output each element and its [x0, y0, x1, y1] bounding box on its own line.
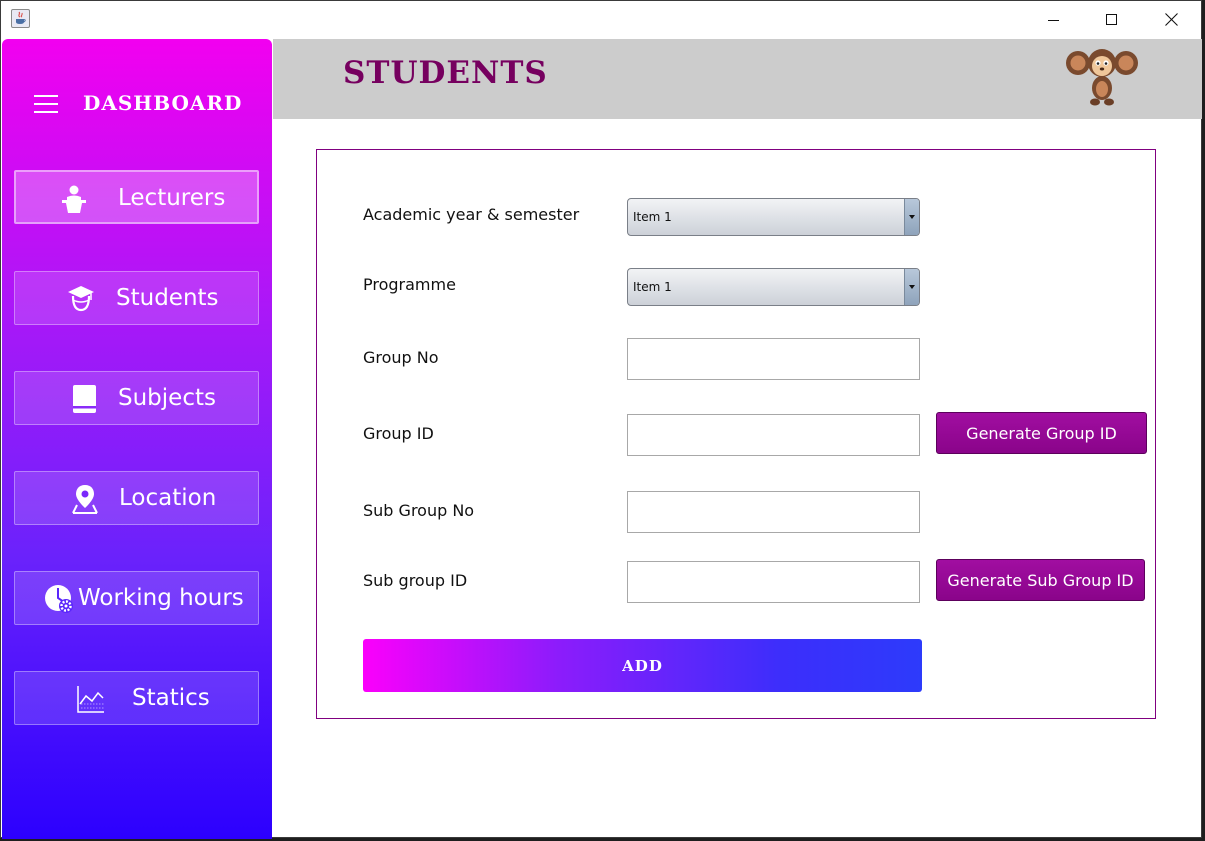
sidebar: DASHBOARD Lecturers Students Subjects Lo…	[2, 39, 272, 839]
cheburashka-avatar	[1066, 49, 1138, 106]
group-no-label: Group No	[363, 348, 439, 367]
chevron-down-icon[interactable]	[904, 269, 919, 305]
sub-group-no-label: Sub Group No	[363, 501, 475, 520]
sidebar-item-location[interactable]: Location	[14, 471, 259, 525]
minimize-icon	[1048, 19, 1059, 21]
add-button[interactable]: ADD	[363, 639, 922, 692]
sidebar-item-label: Students	[116, 285, 219, 311]
programme-select[interactable]: Item 1	[627, 268, 920, 306]
programme-selected-value: Item 1	[633, 280, 672, 294]
java-app-icon	[11, 9, 30, 28]
group-id-field[interactable]	[627, 414, 920, 456]
app-window: DASHBOARD Lecturers Students Subjects Lo…	[0, 0, 1202, 839]
group-no-field[interactable]	[627, 338, 920, 380]
minimize-button[interactable]	[1031, 1, 1077, 38]
clock-gear-icon	[45, 585, 73, 613]
sub-group-id-label: Sub group ID	[363, 571, 468, 590]
sidebar-item-working-hours[interactable]: Working hours	[14, 571, 259, 625]
sidebar-item-statics[interactable]: Statics	[14, 671, 259, 725]
lecturer-podium-icon	[62, 185, 86, 213]
close-button[interactable]	[1148, 1, 1194, 38]
hamburger-menu-icon[interactable]	[34, 95, 60, 113]
graduation-cap-icon	[68, 286, 94, 312]
sidebar-item-lecturers[interactable]: Lecturers	[14, 170, 259, 224]
sidebar-item-label: Subjects	[118, 385, 216, 411]
page-header: STUDENTS	[273, 39, 1202, 119]
sidebar-item-label: Statics	[132, 685, 210, 711]
generate-group-id-button[interactable]: Generate Group ID	[936, 412, 1147, 454]
maximize-button[interactable]	[1089, 1, 1135, 38]
programme-label: Programme	[363, 275, 456, 294]
chevron-down-icon[interactable]	[904, 199, 919, 235]
sidebar-item-students[interactable]: Students	[14, 271, 259, 325]
academic-year-label: Academic year & semester	[363, 205, 580, 224]
sidebar-item-label: Location	[119, 485, 217, 511]
sub-group-no-field[interactable]	[627, 491, 920, 533]
close-icon	[1164, 13, 1178, 26]
dashboard-title: DASHBOARD	[83, 91, 243, 115]
group-id-label: Group ID	[363, 424, 434, 443]
sidebar-item-label: Working hours	[78, 585, 244, 611]
page-title: STUDENTS	[343, 55, 548, 91]
sub-group-id-field[interactable]	[627, 561, 920, 603]
academic-year-select[interactable]: Item 1	[627, 198, 920, 236]
title-bar	[1, 1, 1201, 38]
line-chart-icon	[77, 686, 104, 713]
generate-sub-group-id-button[interactable]: Generate Sub Group ID	[936, 559, 1145, 601]
academic-year-selected-value: Item 1	[633, 210, 672, 224]
maximize-icon	[1106, 13, 1117, 25]
student-group-form: Academic year & semester Item 1 Programm…	[316, 149, 1156, 719]
location-pin-icon	[72, 485, 98, 514]
sidebar-item-subjects[interactable]: Subjects	[14, 371, 259, 425]
sidebar-item-label: Lecturers	[118, 185, 226, 211]
book-icon	[73, 385, 96, 413]
